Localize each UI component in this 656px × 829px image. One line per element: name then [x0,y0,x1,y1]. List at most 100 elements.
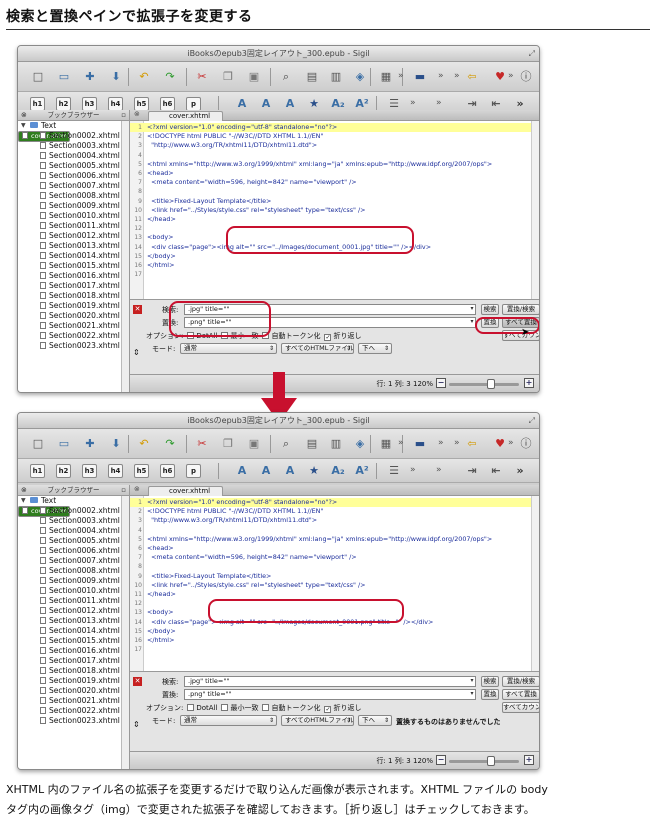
tree-file-item[interactable]: Section0014.xhtml [18,626,129,636]
preview-icon[interactable]: ▬ [412,436,428,452]
tree-file-item[interactable]: Section0012.xhtml [18,606,129,616]
tree-file-item[interactable]: Section0017.xhtml [18,281,129,291]
zoom-in-icon[interactable]: + [524,378,534,388]
window-titlebar[interactable]: iBooksのepub3固定レイアウト_300.epub - Sigil ⤢ [18,46,539,62]
tree-file-item[interactable]: Section0005.xhtml [18,536,129,546]
checkbox-dotall[interactable] [187,332,195,339]
open-folder-icon[interactable]: ▭ [56,69,72,85]
undo-icon[interactable]: ↶ [136,69,152,85]
overflow-chevron-icon[interactable]: » [398,438,404,448]
heading-button-p[interactable]: p [186,464,201,478]
back-icon[interactable]: ⇦ [464,436,480,452]
tree-file-item[interactable]: Section0009.xhtml [18,576,129,586]
checkbox-auto-token[interactable] [262,332,270,339]
tree-file-item[interactable]: Section0016.xhtml [18,271,129,281]
tree-file-item[interactable]: Section0006.xhtml [18,546,129,556]
tree-file-item[interactable]: Section0011.xhtml [18,221,129,231]
heading-button-h3[interactable]: h3 [82,97,97,111]
paste-icon[interactable]: ▣ [246,69,262,85]
spellcheck-icon[interactable]: ▤ [304,69,320,85]
tree-folder-text[interactable]: ▼ Text [18,121,129,131]
heart-icon[interactable]: ♥ [492,436,508,452]
code-view-icon[interactable]: ◈ [352,436,368,452]
checkbox-wrap[interactable]: ✓ [324,706,332,713]
replace-button[interactable]: 置換 [481,317,499,328]
heading-button-h2[interactable]: h2 [56,97,71,111]
replace-input[interactable]: .png" title="" [184,317,476,328]
tree-file-item[interactable]: Section0014.xhtml [18,251,129,261]
tree-file-item[interactable]: Section0021.xhtml [18,696,129,706]
new-file-icon[interactable]: □ [30,436,46,452]
direction-select[interactable]: 下へ ⇕ [358,343,392,354]
preview-icon[interactable]: ▬ [412,69,428,85]
tree-file-item[interactable]: Section0017.xhtml [18,656,129,666]
resize-icon[interactable]: ⤢ [529,46,535,61]
close-find-icon[interactable]: ✕ [133,677,142,686]
zoom-slider-knob[interactable] [487,756,495,766]
more-icon[interactable]: » [512,463,528,479]
overflow-chevron-icon[interactable]: » [454,438,460,448]
overflow-chevron-icon[interactable]: » [454,71,460,81]
zoom-out-icon[interactable]: − [436,378,446,388]
option-auto-token[interactable]: 自動トークン化 [262,704,320,712]
add-file-icon[interactable]: ✚ [82,69,98,85]
replace-input[interactable]: .png" title="" [184,689,476,700]
tree-file-item[interactable]: Section0006.xhtml [18,171,129,181]
split-view-icon[interactable]: ▦ [378,436,394,452]
tree-file-item[interactable]: Section0002.xhtml [18,506,129,516]
tree-file-item[interactable]: Section0019.xhtml [18,301,129,311]
replace-all-button[interactable]: すべて置換 [502,689,539,700]
option-auto-token[interactable]: 自動トークン化 [262,332,320,340]
tree-file-item[interactable]: Section0012.xhtml [18,231,129,241]
close-tab-icon[interactable]: ⊗ [134,485,140,493]
overflow-chevron-icon[interactable]: » [438,71,444,81]
split-view-icon[interactable]: ▦ [378,69,394,85]
find-icon[interactable]: ⌕ [278,436,294,452]
overflow-chevron-icon[interactable]: » [508,71,514,81]
zoom-out-icon[interactable]: − [436,755,446,765]
list-icon[interactable]: ☰ [386,463,402,479]
tree-scrollbar[interactable] [121,496,129,769]
book-view-icon[interactable]: ▥ [328,69,344,85]
redo-icon[interactable]: ↷ [162,436,178,452]
copy-icon[interactable]: ❐ [220,69,236,85]
mode-select[interactable]: 通常 ⇕ [180,715,277,726]
tree-file-item[interactable]: Section0021.xhtml [18,321,129,331]
option-minimal[interactable]: 最小一致 [221,704,258,712]
checkbox-minimal[interactable] [221,704,229,711]
info-icon[interactable]: ⓘ [518,436,534,452]
tree-file-item[interactable]: Section0015.xhtml [18,636,129,646]
superscript-icon[interactable]: A² [354,463,370,479]
outdent-icon[interactable]: ⇤ [488,463,504,479]
float-pane-icon[interactable]: ▫ [121,110,126,121]
heart-icon[interactable]: ♥ [492,69,508,85]
tree-file-item[interactable]: Section0016.xhtml [18,646,129,656]
code-editor[interactable]: 1 <?xml version="1.0" encoding="utf-8" st… [130,496,539,672]
heading-button-h6[interactable]: h6 [160,97,175,111]
editor-scrollbar[interactable] [531,121,539,299]
tree-file-item[interactable]: Section0023.xhtml [18,716,129,726]
float-pane-icon[interactable]: ▫ [121,485,126,496]
replace-button[interactable]: 置換 [481,689,499,700]
scope-select[interactable]: すべてのHTMLファイル ⇕ [281,343,354,354]
tree-file-item[interactable]: Section0004.xhtml [18,151,129,161]
expand-triangle-icon[interactable]: ▼ [21,121,26,131]
info-icon[interactable]: ⓘ [518,69,534,85]
checkbox-minimal[interactable] [221,332,229,339]
option-wrap[interactable]: ✓ 折り返し [324,704,361,713]
heading-button-h5[interactable]: h5 [134,464,149,478]
heading-button-h4[interactable]: h4 [108,464,123,478]
find-icon[interactable]: ⌕ [278,69,294,85]
cut-icon[interactable]: ✂ [194,69,210,85]
mode-select[interactable]: 通常 ⇕ [180,343,277,354]
collapse-icon[interactable]: ⇕ [133,720,140,729]
open-folder-icon[interactable]: ▭ [56,436,72,452]
checkbox-wrap[interactable]: ✓ [324,334,332,341]
add-file-icon[interactable]: ✚ [82,436,98,452]
zoom-slider-track[interactable] [449,760,519,763]
heading-button-h3[interactable]: h3 [82,464,97,478]
tree-file-item[interactable]: Section0007.xhtml [18,181,129,191]
tab-cover[interactable]: cover.xhtml [148,486,223,496]
zoom-slider-knob[interactable] [487,379,495,389]
tree-file-item[interactable]: Section0008.xhtml [18,566,129,576]
